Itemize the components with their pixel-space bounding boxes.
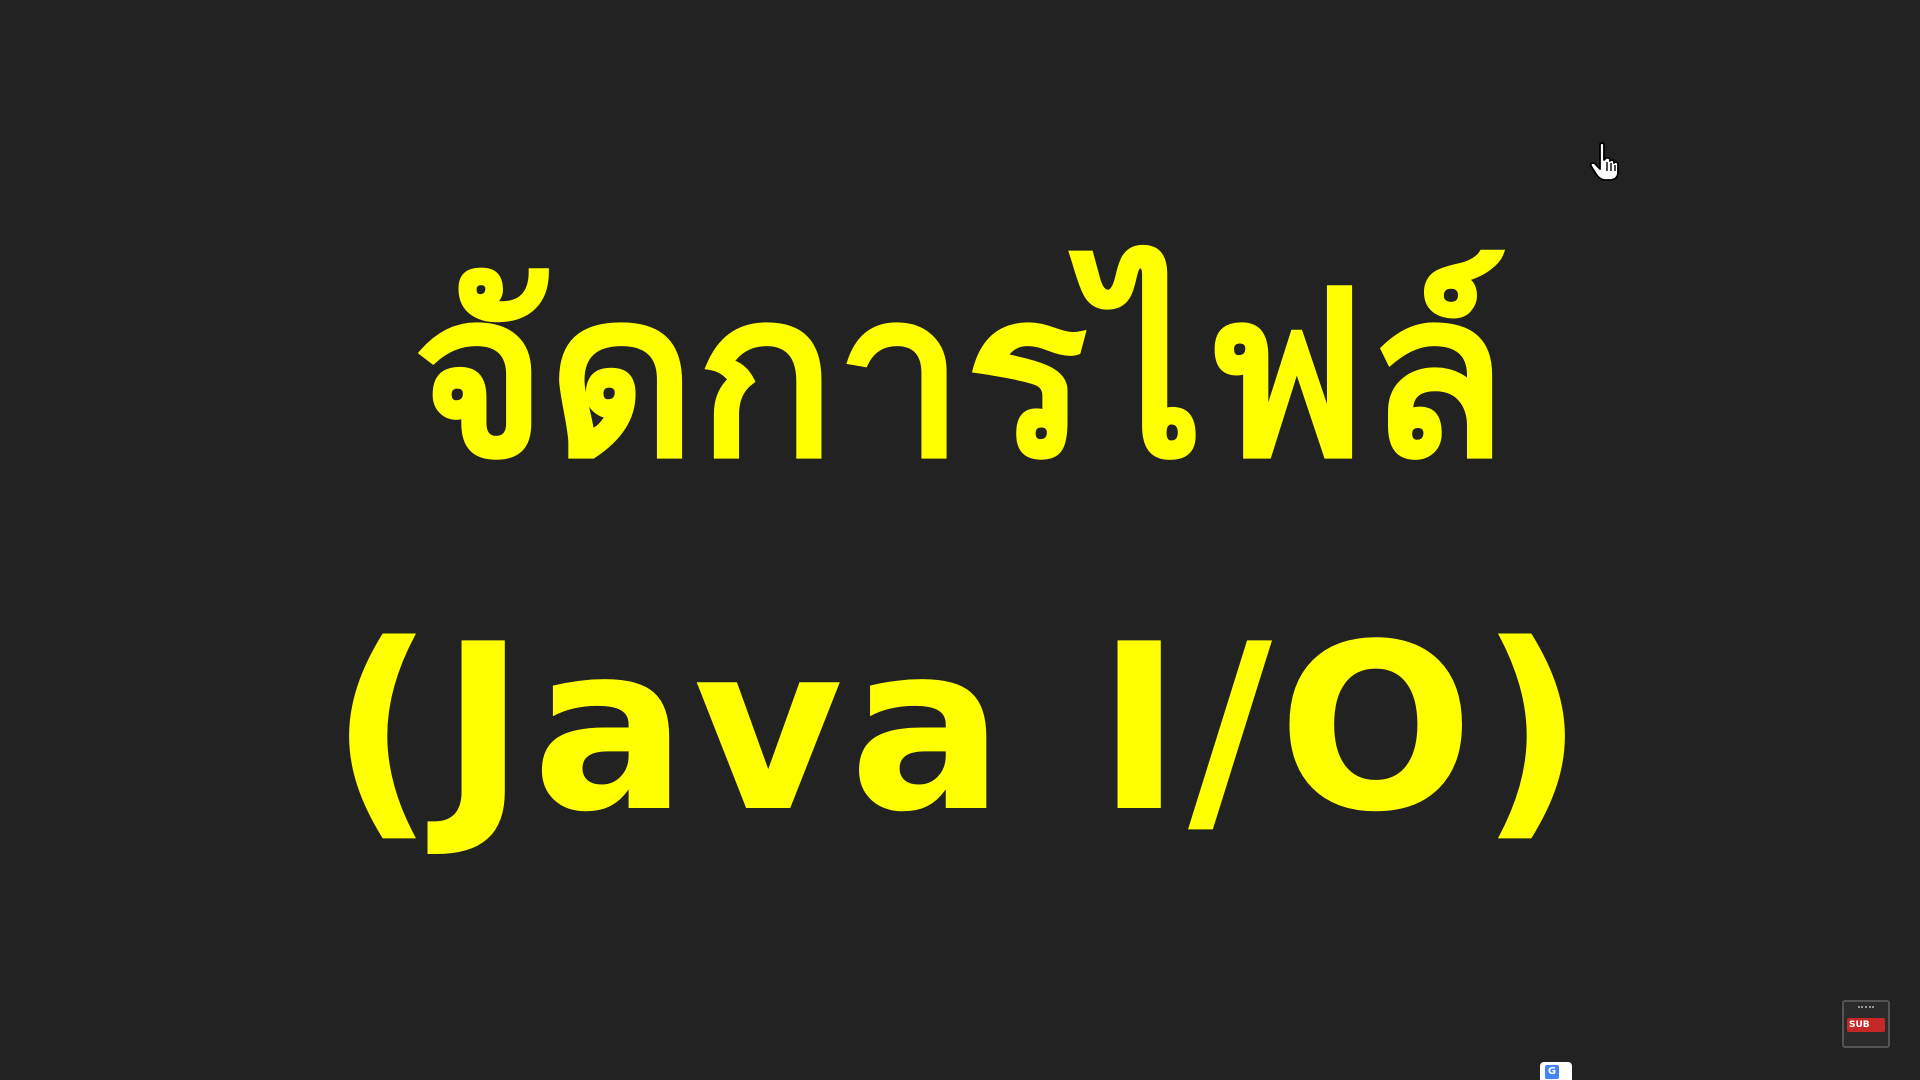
subtitle-extension-icon[interactable]: SUB: [1842, 1000, 1890, 1048]
title-thai: จัดการไฟล์: [412, 243, 1508, 510]
slide-title: จัดการไฟล์ (Java I/O): [0, 0, 1920, 1080]
hand-pointer-icon: [1588, 142, 1622, 182]
google-translate-icon[interactable]: G: [1540, 1062, 1572, 1080]
title-java-io: (Java I/O): [329, 596, 1591, 863]
subtitle-label: SUB: [1849, 1020, 1870, 1030]
subtitle-dots: [1858, 1006, 1874, 1011]
translate-glyph: G: [1545, 1065, 1559, 1079]
video-slide: จัดการไฟล์ (Java I/O) G SUB: [0, 0, 1920, 1080]
